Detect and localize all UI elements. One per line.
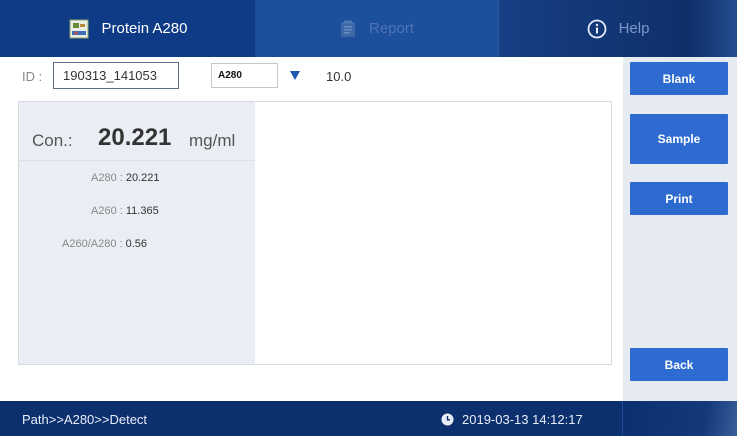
- breadcrumb-path: Path>>A280>>Detect: [22, 412, 148, 427]
- concentration-value: 20.221: [98, 124, 172, 151]
- top-tab-bar: Protein A280 Report Help: [0, 0, 737, 57]
- factor-value[interactable]: 10.0: [326, 69, 351, 84]
- ratio-label: A260/A280 :: [62, 238, 126, 250]
- a260-label: A260 :: [91, 205, 126, 217]
- dropdown-arrow-icon[interactable]: [290, 71, 300, 80]
- tab-protein-a280[interactable]: Protein A280: [0, 0, 255, 57]
- back-button[interactable]: Back: [630, 348, 728, 381]
- result-summary: Con.: 20.221 mg/ml A280 : 20.221 A260 : …: [19, 102, 255, 364]
- a260-value: 11.365: [125, 205, 159, 217]
- ratio-value: 0.56: [125, 238, 148, 250]
- a260-measurement: A260 : 11.365: [91, 205, 159, 217]
- report-clipboard-icon: [339, 20, 357, 38]
- a280-measurement: A280 : 20.221: [91, 172, 160, 184]
- a280-value: 20.221: [125, 172, 160, 184]
- protein-sample-icon: [68, 18, 90, 40]
- tab-report[interactable]: Report: [255, 0, 498, 57]
- info-circle-icon: [587, 19, 607, 39]
- status-bar: Path>>A280>>Detect 2019-03-13 14:12:17: [0, 401, 737, 436]
- result-panel: Con.: 20.221 mg/ml A280 : 20.221 A260 : …: [18, 101, 612, 365]
- tab-help[interactable]: Help: [498, 0, 737, 57]
- tab-protein-a280-label: Protein A280: [101, 20, 188, 37]
- concentration-unit: mg/ml: [189, 131, 236, 150]
- sample-button[interactable]: Sample: [630, 114, 728, 164]
- footer-corner: [622, 401, 737, 436]
- wavelength-select-value: A280: [211, 63, 278, 88]
- concentration-row: Con.: 20.221 mg/ml: [19, 102, 255, 161]
- id-label: ID :: [22, 69, 43, 84]
- tab-help-label: Help: [618, 20, 650, 37]
- tab-report-label: Report: [368, 20, 415, 37]
- sample-id-input[interactable]: 190313_141053: [53, 62, 179, 89]
- wavelength-select[interactable]: A280: [211, 63, 311, 88]
- clock-icon: [441, 413, 454, 426]
- concentration-label: Con.:: [32, 131, 73, 150]
- datetime-text: 2019-03-13 14:12:17: [462, 412, 583, 427]
- print-button[interactable]: Print: [630, 182, 728, 215]
- datetime-display: 2019-03-13 14:12:17: [441, 412, 583, 427]
- blank-button[interactable]: Blank: [630, 62, 728, 95]
- a280-label: A280 :: [91, 172, 126, 184]
- ratio-measurement: A260/A280 : 0.56: [62, 238, 147, 250]
